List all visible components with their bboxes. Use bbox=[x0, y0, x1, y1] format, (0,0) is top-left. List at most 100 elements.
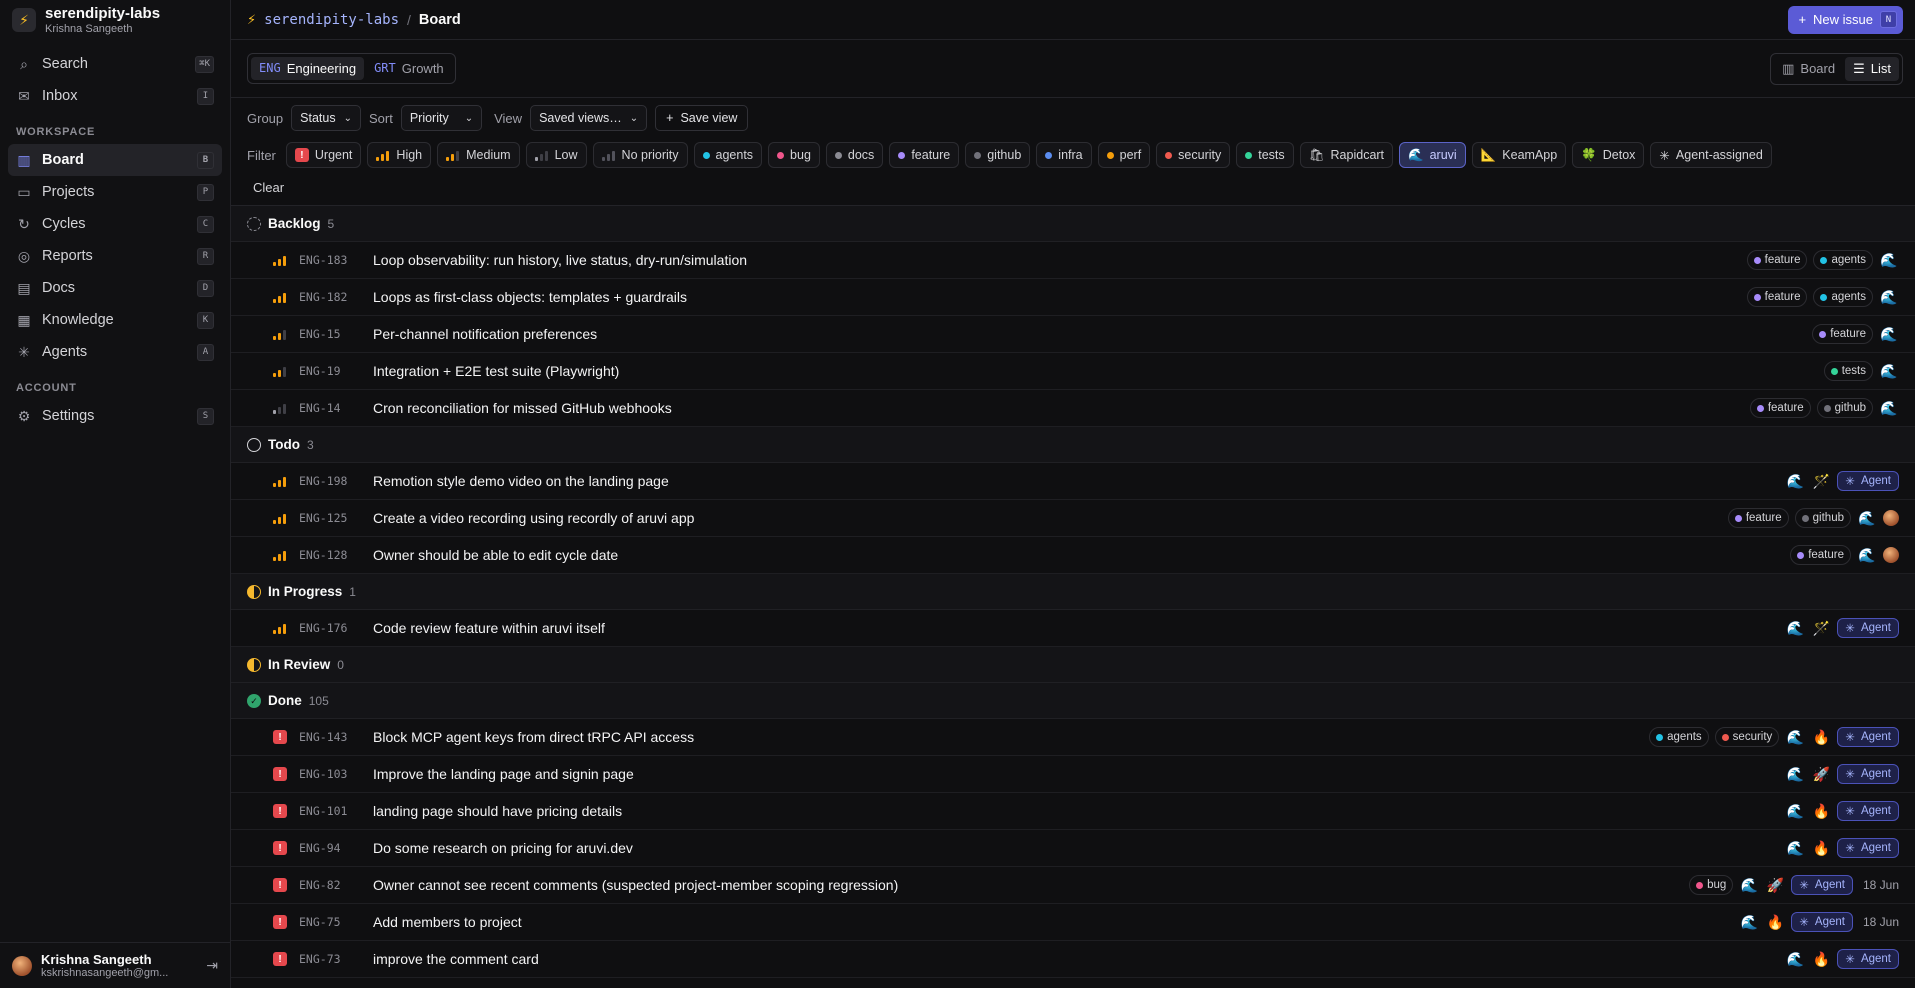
agent-badge[interactable]: ✳ Agent bbox=[1837, 618, 1899, 638]
sidebar-item-search[interactable]: ⌕ Search ⌘K bbox=[8, 48, 222, 80]
label-tag-security[interactable]: security bbox=[1714, 727, 1780, 747]
label-tag-github[interactable]: github bbox=[1794, 508, 1851, 528]
issue-row[interactable]: ! ENG-143 Block MCP agent keys from direct… bbox=[231, 719, 1915, 756]
filter-chip-detox[interactable]: 🍀 Detox bbox=[1572, 142, 1645, 168]
save-view-button[interactable]: + Save view bbox=[655, 105, 749, 131]
breadcrumb-separator: / bbox=[407, 11, 411, 28]
team-code: ENG bbox=[259, 61, 281, 75]
group-header-progress[interactable]: In Progress 1 bbox=[231, 574, 1915, 610]
feature-dot-icon bbox=[1819, 330, 1827, 338]
assignee-avatar[interactable] bbox=[1883, 547, 1899, 563]
filter-chip-github[interactable]: github bbox=[965, 142, 1031, 168]
group-header-todo[interactable]: Todo 3 bbox=[231, 427, 1915, 463]
issue-row[interactable]: ENG-15 Per-channel notification preferenc… bbox=[231, 316, 1915, 353]
filter-chip-feature[interactable]: feature bbox=[889, 142, 960, 168]
issue-id: ENG-176 bbox=[299, 621, 348, 635]
agent-badge[interactable]: ✳ Agent bbox=[1837, 838, 1899, 858]
label-tag-agents[interactable]: agents bbox=[1813, 250, 1873, 270]
tab-team-grt[interactable]: GRT Growth bbox=[366, 57, 452, 80]
view-board-button[interactable]: ▥ Board bbox=[1774, 57, 1843, 81]
issue-row[interactable]: ! ENG-73 improve the comment card 🌊 🔥 ✳ Agent bbox=[231, 941, 1915, 978]
label-tag-feature[interactable]: feature bbox=[1727, 508, 1789, 528]
issue-row[interactable]: ! ENG-101 landing page should have pricing… bbox=[231, 793, 1915, 830]
assignee-avatar[interactable] bbox=[1883, 510, 1899, 526]
label-tag-github[interactable]: github bbox=[1816, 398, 1873, 418]
agent-badge[interactable]: ✳ Agent bbox=[1791, 875, 1853, 895]
filter-chip-agents[interactable]: agents bbox=[693, 142, 763, 168]
new-issue-button[interactable]: + New issue N bbox=[1788, 5, 1903, 34]
sidebar-item-knowledge[interactable]: ▦ Knowledge K bbox=[8, 304, 222, 336]
filter-chip-agent-assigned[interactable]: ✳ Agent-assigned bbox=[1650, 142, 1772, 168]
issue-row[interactable]: ENG-19 Integration + E2E test suite (Play… bbox=[231, 353, 1915, 390]
issue-row[interactable]: ENG-128 Owner should be able to edit cycl… bbox=[231, 537, 1915, 574]
filter-chip-perf[interactable]: perf bbox=[1097, 142, 1151, 168]
group-header-done[interactable]: ✓ Done 105 bbox=[231, 683, 1915, 719]
issue-row[interactable]: ENG-198 Remotion style demo video on the … bbox=[231, 463, 1915, 500]
filter-chip-infra[interactable]: infra bbox=[1036, 142, 1092, 168]
tab-team-eng[interactable]: ENG Engineering bbox=[251, 57, 365, 80]
filter-chip-medium[interactable]: Medium bbox=[437, 142, 520, 168]
issue-row[interactable]: ! ENG-82 Owner cannot see recent comments … bbox=[231, 867, 1915, 904]
sidebar-item-projects[interactable]: ▭ Projects P bbox=[8, 176, 222, 208]
sort-select[interactable]: Priority ⌄ bbox=[400, 105, 483, 131]
issue-row[interactable]: ENG-125 Create a video recording using re… bbox=[231, 500, 1915, 537]
label-tag-feature[interactable]: feature bbox=[1746, 250, 1808, 270]
avatar[interactable] bbox=[12, 955, 32, 976]
filter-chip-high[interactable]: High bbox=[367, 142, 432, 168]
shortcut-key: C bbox=[197, 215, 214, 233]
chevron-down-icon: ⌄ bbox=[464, 112, 474, 124]
sidebar-item-board[interactable]: ▥ Board B bbox=[8, 144, 222, 176]
agent-badge[interactable]: ✳ Agent bbox=[1837, 471, 1899, 491]
filter-chip-aruvi[interactable]: 🌊 aruvi bbox=[1399, 142, 1466, 168]
issue-row[interactable]: ! ENG-94 Do some research on pricing for a… bbox=[231, 830, 1915, 867]
label-tag-feature[interactable]: feature bbox=[1790, 545, 1851, 565]
issue-row[interactable]: ENG-182 Loops as first-class objects: tem… bbox=[231, 279, 1915, 316]
issue-row[interactable]: ENG-14 Cron reconciliation for missed Git… bbox=[231, 390, 1915, 427]
org-switcher[interactable]: ⚡ serendipity-labs Krishna Sangeeth bbox=[0, 0, 230, 40]
saved-views-select[interactable]: Saved views… ⌄ bbox=[530, 105, 648, 131]
filter-chip-no-priority[interactable]: No priority bbox=[592, 142, 688, 168]
sidebar-item-inbox[interactable]: ✉ Inbox I bbox=[8, 80, 222, 112]
filter-chip-rapidcart[interactable]: 🛍 Rapidcart bbox=[1299, 142, 1394, 168]
label-tag-feature[interactable]: feature bbox=[1746, 287, 1808, 307]
filter-chip-tests[interactable]: tests bbox=[1236, 142, 1294, 168]
group-header-review[interactable]: In Review 0 bbox=[231, 647, 1915, 683]
sidebar-item-settings[interactable]: ⚙ Settings S bbox=[8, 400, 222, 432]
agent-badge[interactable]: ✳ Agent bbox=[1837, 801, 1899, 821]
label-tag-agents[interactable]: agents bbox=[1813, 287, 1873, 307]
label-tag-feature[interactable]: feature bbox=[1749, 398, 1811, 418]
agent-badge[interactable]: ✳ Agent bbox=[1837, 949, 1899, 969]
agent-badge[interactable]: ✳ Agent bbox=[1791, 912, 1853, 932]
agent-badge[interactable]: ✳ Agent bbox=[1837, 764, 1899, 784]
filter-chip-docs[interactable]: docs bbox=[825, 142, 884, 168]
filter-chip-urgent[interactable]: ! Urgent bbox=[285, 142, 362, 168]
issue-row[interactable]: ! ENG-75 Add members to project 🌊 🔥 ✳ Agent 18 … bbox=[231, 904, 1915, 941]
label-tag-agents[interactable]: agents bbox=[1649, 727, 1709, 747]
filter-chip-label: Medium bbox=[466, 148, 511, 162]
sidebar-item-reports[interactable]: ◎ Reports R bbox=[8, 240, 222, 272]
filter-chip-bug[interactable]: bug bbox=[768, 142, 820, 168]
label-tag-tests[interactable]: tests bbox=[1823, 361, 1873, 381]
group-header-backlog[interactable]: Backlog 5 bbox=[231, 206, 1915, 242]
group-select[interactable]: Status ⌄ bbox=[291, 105, 361, 131]
agent-badge[interactable]: ✳ Agent bbox=[1837, 727, 1899, 747]
clear-filters-button[interactable]: Clear bbox=[247, 174, 1899, 201]
high-priority-icon bbox=[273, 622, 287, 634]
issue-row[interactable]: ! ENG-103 Improve the landing page and sig… bbox=[231, 756, 1915, 793]
view-list-button[interactable]: ☰ List bbox=[1845, 56, 1899, 81]
logout-icon[interactable]: ⇥ bbox=[206, 957, 218, 974]
issue-row[interactable]: ENG-176 Code review feature within aruvi … bbox=[231, 610, 1915, 647]
new-issue-shortcut: N bbox=[1880, 11, 1897, 28]
inbox-icon: ✉ bbox=[18, 87, 30, 104]
issue-row[interactable]: ENG-183 Loop observability: run history, … bbox=[231, 242, 1915, 279]
breadcrumb-org[interactable]: serendipity-labs bbox=[264, 12, 399, 28]
label-tag-bug[interactable]: bug bbox=[1689, 875, 1734, 895]
label-tag-feature[interactable]: feature bbox=[1812, 324, 1873, 344]
filter-chip-security[interactable]: security bbox=[1156, 142, 1231, 168]
filter-chip-keamapp[interactable]: 📐 KeamApp bbox=[1471, 142, 1567, 168]
sidebar-item-docs[interactable]: ▤ Docs D bbox=[8, 272, 222, 304]
sidebar-item-agents[interactable]: ✳ Agents A bbox=[8, 336, 222, 368]
sidebar-item-cycles[interactable]: ↻ Cycles C bbox=[8, 208, 222, 240]
filter-chip-low[interactable]: Low bbox=[525, 142, 587, 168]
filter-chip-label: aruvi bbox=[1429, 148, 1457, 162]
